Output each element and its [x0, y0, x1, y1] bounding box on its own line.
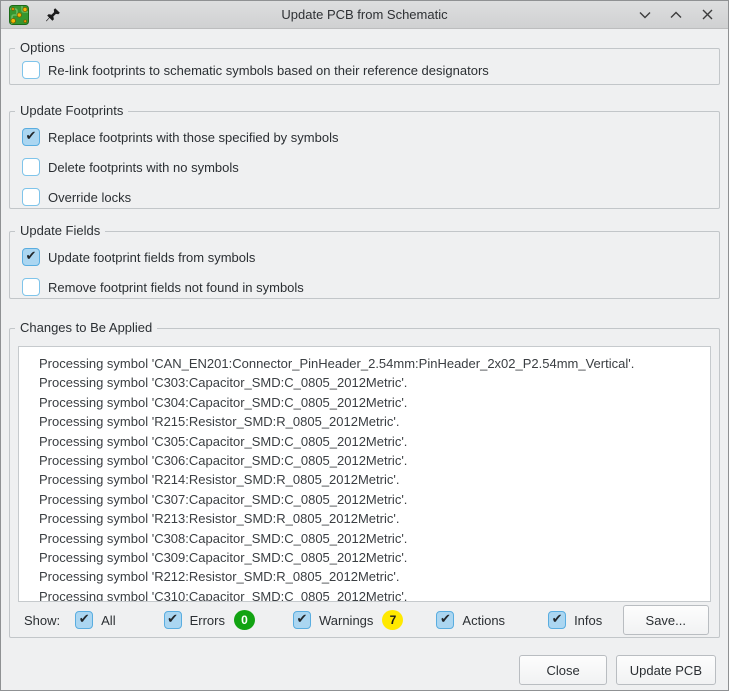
- checkbox-icon: [22, 128, 40, 146]
- error-count-badge: 0: [234, 610, 255, 630]
- checkbox-filter-warnings[interactable]: Warnings 7: [293, 607, 403, 633]
- checkbox-label: All: [101, 613, 115, 628]
- checkbox-update-fields[interactable]: Update footprint fields from symbols: [22, 244, 707, 270]
- log-line: Processing symbol 'C304:Capacitor_SMD:C_…: [39, 393, 702, 412]
- log-line: Processing symbol 'R215:Resistor_SMD:R_0…: [39, 412, 702, 431]
- checkbox-label: Replace footprints with those specified …: [48, 130, 338, 145]
- checkbox-label: Delete footprints with no symbols: [48, 160, 239, 175]
- checkbox-icon: [22, 188, 40, 206]
- log-line: Processing symbol 'C306:Capacitor_SMD:C_…: [39, 451, 702, 470]
- checkbox-icon: [293, 611, 311, 629]
- log-line: Processing symbol 'C310:Capacitor_SMD:C_…: [39, 587, 702, 602]
- log-line: Processing symbol 'R213:Resistor_SMD:R_0…: [39, 509, 702, 528]
- titlebar: Update PCB from Schematic: [1, 1, 728, 29]
- checkbox-replace-footprints[interactable]: Replace footprints with those specified …: [22, 124, 707, 150]
- group-changes: Changes to Be Applied Processing symbol …: [9, 328, 720, 638]
- checkbox-icon: [22, 61, 40, 79]
- update-pcb-button[interactable]: Update PCB: [616, 655, 716, 685]
- checkbox-delete-footprints[interactable]: Delete footprints with no symbols: [22, 154, 707, 180]
- checkbox-label: Remove footprint fields not found in sym…: [48, 280, 304, 295]
- checkbox-label: Errors: [190, 613, 225, 628]
- group-title: Changes to Be Applied: [15, 320, 157, 335]
- window-controls: [638, 8, 714, 22]
- checkbox-label: Update footprint fields from symbols: [48, 250, 255, 265]
- log-line: Processing symbol 'R212:Resistor_SMD:R_0…: [39, 567, 702, 586]
- window-title: Update PCB from Schematic: [1, 7, 728, 22]
- checkbox-filter-infos[interactable]: Infos: [548, 607, 602, 633]
- checkbox-icon: [164, 611, 182, 629]
- checkbox-filter-all[interactable]: All: [75, 607, 115, 633]
- chevron-up-icon[interactable]: [669, 8, 683, 22]
- checkbox-icon: [22, 248, 40, 266]
- checkbox-label: Warnings: [319, 613, 373, 628]
- group-options: Options Re-link footprints to schematic …: [9, 48, 720, 85]
- changes-log[interactable]: Processing symbol 'CAN_EN201:Connector_P…: [18, 346, 711, 602]
- group-title: Update Fields: [15, 223, 105, 238]
- log-line: Processing symbol 'C308:Capacitor_SMD:C_…: [39, 529, 702, 548]
- group-update-fields: Update Fields Update footprint fields fr…: [9, 231, 720, 299]
- checkbox-label: Actions: [462, 613, 505, 628]
- group-update-footprints: Update Footprints Replace footprints wit…: [9, 111, 720, 209]
- checkbox-icon: [436, 611, 454, 629]
- checkbox-relink-footprints[interactable]: Re-link footprints to schematic symbols …: [22, 57, 707, 83]
- group-title: Update Footprints: [15, 103, 128, 118]
- checkbox-label: Override locks: [48, 190, 131, 205]
- log-line: Processing symbol 'C309:Capacitor_SMD:C_…: [39, 548, 702, 567]
- close-button[interactable]: Close: [519, 655, 606, 685]
- save-button[interactable]: Save...: [623, 605, 709, 635]
- update-pcb-dialog: Update PCB from Schematic Options Re-lin…: [0, 0, 729, 691]
- log-line: Processing symbol 'R214:Resistor_SMD:R_0…: [39, 470, 702, 489]
- chevron-down-icon[interactable]: [638, 8, 652, 22]
- dialog-footer: Close Update PCB: [9, 655, 720, 685]
- log-line: Processing symbol 'C305:Capacitor_SMD:C_…: [39, 432, 702, 451]
- warning-count-badge: 7: [382, 610, 403, 630]
- checkbox-filter-errors[interactable]: Errors 0: [164, 607, 255, 633]
- log-line: Processing symbol 'C307:Capacitor_SMD:C_…: [39, 490, 702, 509]
- filter-row: Show: All Errors 0 Warnings 7 Act: [18, 602, 711, 638]
- log-line: Processing symbol 'CAN_EN201:Connector_P…: [39, 354, 702, 373]
- kicad-pcb-icon: [9, 5, 29, 25]
- show-label: Show:: [24, 613, 60, 628]
- group-title: Options: [15, 40, 70, 55]
- close-icon[interactable]: [700, 8, 714, 22]
- pin-icon[interactable]: [45, 7, 61, 23]
- checkbox-icon: [22, 158, 40, 176]
- checkbox-icon: [75, 611, 93, 629]
- checkbox-remove-fields[interactable]: Remove footprint fields not found in sym…: [22, 274, 707, 300]
- checkbox-label: Infos: [574, 613, 602, 628]
- checkbox-label: Re-link footprints to schematic symbols …: [48, 63, 489, 78]
- checkbox-filter-actions[interactable]: Actions: [436, 607, 505, 633]
- dialog-content: Options Re-link footprints to schematic …: [1, 48, 728, 685]
- checkbox-icon: [22, 278, 40, 296]
- log-line: Processing symbol 'C303:Capacitor_SMD:C_…: [39, 373, 702, 392]
- checkbox-icon: [548, 611, 566, 629]
- checkbox-override-locks[interactable]: Override locks: [22, 184, 707, 210]
